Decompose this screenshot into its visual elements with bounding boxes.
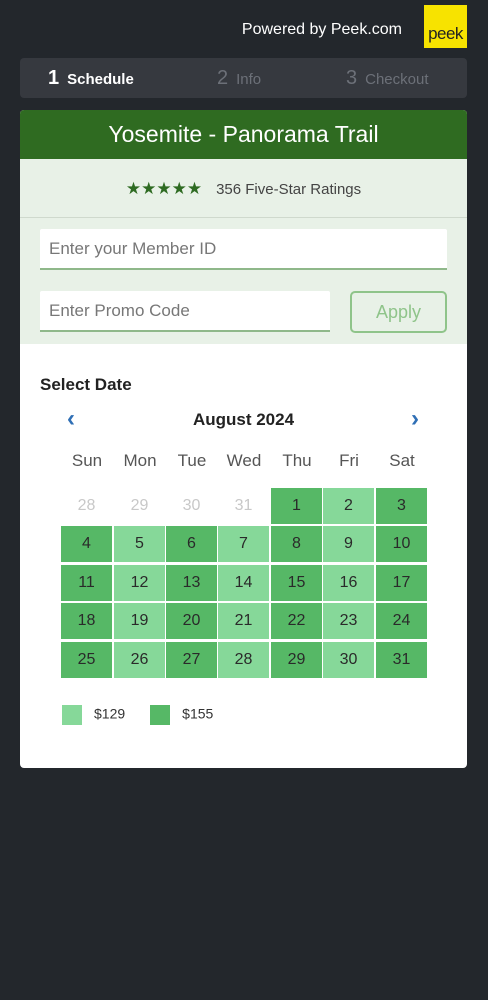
step-checkout[interactable]: 3 Checkout (346, 58, 429, 98)
calendar-day[interactable]: 21 (218, 603, 269, 639)
legend-item: $155 (150, 705, 213, 725)
calendar-day[interactable]: 17 (376, 565, 427, 601)
calendar-day[interactable]: 22 (271, 603, 322, 639)
star-rating-icon: ★★★★★ (125, 179, 203, 198)
calendar-day[interactable]: 9 (323, 526, 374, 562)
price-legend: $129 $155 (62, 705, 238, 725)
calendar-day[interactable]: 7 (218, 526, 269, 562)
booking-card: Yosemite - Panorama Trail ★★★★★ 356 Five-… (20, 110, 467, 768)
calendar-day[interactable]: 20 (166, 603, 217, 639)
calendar-day[interactable]: 24 (376, 603, 427, 639)
calendar-day-outside: 30 (182, 497, 201, 514)
apply-button[interactable]: Apply (350, 291, 447, 333)
calendar-day[interactable]: 28 (218, 642, 269, 678)
weekday-label: Fri (339, 451, 359, 470)
ratings-count: 356 Five-Star Ratings (216, 181, 362, 198)
step-schedule[interactable]: 1 Schedule (48, 58, 134, 98)
select-date-label: Select Date (40, 375, 132, 394)
calendar-day[interactable]: 19 (114, 603, 165, 639)
legend-item: $129 (62, 705, 125, 725)
legend-label: $155 (182, 705, 214, 722)
calendar-day[interactable]: 31 (376, 642, 427, 678)
legend-swatch (62, 705, 82, 725)
step-label: Schedule (67, 71, 134, 88)
step-info[interactable]: 2 Info (217, 58, 261, 98)
chevron-right-icon[interactable]: › (404, 407, 426, 432)
ratings-row: ★★★★★ 356 Five-Star Ratings (20, 159, 467, 218)
legend-label: $129 (94, 705, 126, 722)
calendar-day[interactable]: 16 (323, 565, 374, 601)
weekday-label: Thu (282, 451, 312, 470)
calendar-day[interactable]: 26 (114, 642, 165, 678)
calendar-day-outside: 29 (130, 497, 149, 514)
calendar-day[interactable]: 25 (61, 642, 112, 678)
calendar-day[interactable]: 11 (61, 565, 112, 601)
weekday-label: Sun (71, 451, 103, 470)
calendar-day[interactable]: 18 (61, 603, 112, 639)
calendar-day[interactable]: 1 (271, 488, 322, 524)
legend-swatch (150, 705, 171, 725)
calendar-day[interactable]: 15 (271, 565, 322, 601)
member-id-input[interactable] (40, 229, 447, 270)
calendar-day[interactable]: 5 (114, 526, 165, 562)
weekday-label: Wed (226, 451, 262, 470)
tour-title: Yosemite - Panorama Trail (20, 110, 467, 159)
calendar-day[interactable]: 4 (61, 526, 112, 562)
step-label: Info (236, 71, 262, 88)
weekday-label: Tue (177, 451, 207, 470)
calendar-day[interactable]: 14 (218, 565, 269, 601)
top-bar: Powered by Peek.com peek (0, 0, 488, 54)
calendar-day[interactable]: 23 (323, 603, 374, 639)
step-label: Checkout (365, 71, 429, 88)
calendar-day[interactable]: 2 (323, 488, 374, 524)
calendar-day[interactable]: 13 (166, 565, 217, 601)
calendar-day[interactable]: 29 (271, 642, 322, 678)
step-number: 2 (217, 67, 229, 89)
discount-form: Apply (20, 218, 467, 344)
progress-steps: 1 Schedule 2 Info 3 Checkout (20, 58, 467, 98)
weekday-label: Sat (389, 451, 415, 470)
step-number: 1 (48, 67, 60, 89)
weekday-label: Mon (123, 451, 157, 470)
calendar-day[interactable]: 10 (376, 526, 427, 562)
month-title: August 2024 (192, 410, 295, 429)
calendar-day[interactable]: 8 (271, 526, 322, 562)
calendar-day[interactable]: 27 (166, 642, 217, 678)
calendar-day-outside: 28 (77, 497, 96, 514)
promo-code-input[interactable] (40, 291, 330, 332)
calendar-day[interactable]: 3 (376, 488, 427, 524)
peek-logo[interactable]: peek (424, 5, 467, 48)
calendar-day-outside: 31 (234, 497, 253, 514)
powered-by-text[interactable]: Powered by Peek.com (242, 21, 402, 39)
calendar-day[interactable]: 12 (114, 565, 165, 601)
calendar-day[interactable]: 6 (166, 526, 217, 562)
calendar-day[interactable]: 30 (323, 642, 374, 678)
step-number: 3 (346, 67, 358, 89)
